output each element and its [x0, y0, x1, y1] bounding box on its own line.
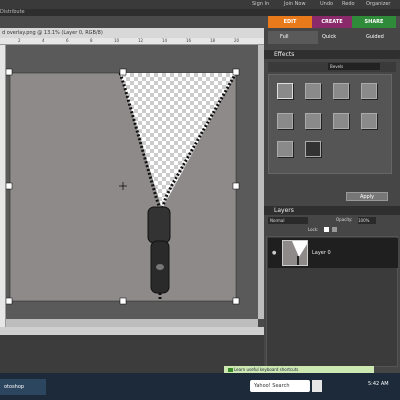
organizer-button[interactable]: Organizer	[366, 1, 390, 7]
subtab-guided-label: Guided	[366, 34, 384, 40]
layer-name[interactable]: Layer 0	[312, 250, 331, 256]
canvas-workspace[interactable]	[6, 45, 258, 319]
effects-thumbnails	[268, 74, 392, 174]
taskbar-photoshop-label: otoshop	[4, 384, 25, 390]
document-title[interactable]: d overlay.png @ 13.1% (Layer 0, RGB/8)	[0, 28, 264, 38]
document-status-bar	[0, 327, 264, 335]
zipper-slider	[147, 206, 171, 244]
transform-handle	[232, 68, 240, 76]
apply-button[interactable]: Apply	[346, 192, 388, 201]
lock-all-icon[interactable]	[332, 227, 337, 232]
lock-label: Lock:	[308, 227, 319, 232]
blend-mode-select[interactable]: Normal	[268, 217, 308, 224]
layers-title: Layers	[274, 207, 294, 214]
transform-handle	[6, 68, 13, 76]
zipper-pull-hole	[156, 264, 164, 270]
join-now-link[interactable]: Join Now	[284, 1, 306, 7]
windows-taskbar: otoshop Yahoo! Search 5:42 AM	[0, 373, 400, 400]
lock-transparent-icon[interactable]	[324, 227, 329, 232]
layers-panel-header[interactable]: Layers	[264, 206, 400, 215]
search-go-icon[interactable]	[312, 380, 322, 392]
taskbar-photoshop-button[interactable]: otoshop	[0, 379, 46, 395]
shortcuts-tip-text: Learn useful keyboard shortcuts	[234, 367, 299, 372]
subtab-guided[interactable]: Guided	[354, 31, 400, 44]
subtab-quick-label: Quick	[322, 34, 337, 40]
tab-edit[interactable]: EDIT	[268, 16, 312, 28]
transform-handle	[232, 182, 240, 190]
ruler-mark: 4	[42, 38, 45, 43]
effect-thumbnail[interactable]	[305, 83, 321, 99]
effect-thumbnail[interactable]	[361, 83, 377, 99]
effects-toolbar: Bevels	[268, 62, 396, 72]
effect-thumbnail[interactable]	[305, 141, 321, 157]
effects-title: Effects	[274, 51, 295, 58]
layers-lock-bar: Lock:	[268, 226, 396, 234]
layers-options: Normal Opacity: 100%	[266, 217, 398, 225]
transform-handle	[6, 182, 13, 190]
clock: 5:42 AM	[368, 381, 389, 387]
distribute-label: Distribute	[0, 9, 25, 15]
options-bar: Distribute	[0, 9, 400, 16]
opacity-field[interactable]: 100%	[358, 217, 376, 224]
horizontal-scrollbar[interactable]	[6, 319, 258, 327]
yahoo-search-field[interactable]: Yahoo! Search	[250, 380, 310, 392]
effect-thumbnail[interactable]	[277, 83, 293, 99]
effects-category-dropdown[interactable]: Bevels	[328, 63, 380, 70]
effect-thumbnail[interactable]	[305, 113, 321, 129]
tip-icon	[228, 368, 233, 372]
effect-thumbnail[interactable]	[277, 141, 293, 157]
transform-handle	[119, 297, 127, 305]
transform-handle	[119, 68, 127, 76]
tab-create[interactable]: CREATE	[312, 16, 352, 28]
layer-thumbnail-image	[292, 241, 307, 265]
ruler-mark: 16	[186, 38, 192, 43]
effect-thumbnail[interactable]	[361, 113, 377, 129]
ruler-mark: 18	[210, 38, 216, 43]
top-ruler: 2 4 6 8 10 12 14 16 18 20	[0, 38, 264, 45]
undo-button[interactable]: Undo	[320, 1, 333, 7]
sign-in-link[interactable]: Sign In	[252, 1, 269, 7]
eye-icon[interactable]: ●	[272, 250, 276, 256]
effect-thumbnail[interactable]	[277, 113, 293, 129]
ruler-mark: 6	[66, 38, 69, 43]
opacity-label: Opacity:	[336, 217, 353, 222]
redo-button[interactable]: Redo	[342, 1, 355, 7]
ruler-mark: 8	[90, 38, 93, 43]
subtab-full-label: Full	[280, 34, 289, 40]
transform-handle	[6, 297, 13, 305]
ruler-mark: 20	[234, 38, 240, 43]
effects-panel-header[interactable]: Effects	[264, 50, 400, 59]
transform-handle	[232, 297, 240, 305]
ruler-mark: 2	[18, 38, 21, 43]
effect-thumbnail[interactable]	[333, 83, 349, 99]
ruler-mark: 14	[162, 38, 168, 43]
layer-thumbnail[interactable]	[282, 240, 308, 266]
ruler-mark: 12	[138, 38, 144, 43]
tab-share[interactable]: SHARE	[352, 16, 396, 28]
top-menu-bar: Sign In Join Now Undo Redo Organizer	[0, 0, 400, 9]
ruler-mark: 10	[114, 38, 120, 43]
effect-thumbnail[interactable]	[333, 113, 349, 129]
canvas-image[interactable]	[6, 45, 258, 319]
